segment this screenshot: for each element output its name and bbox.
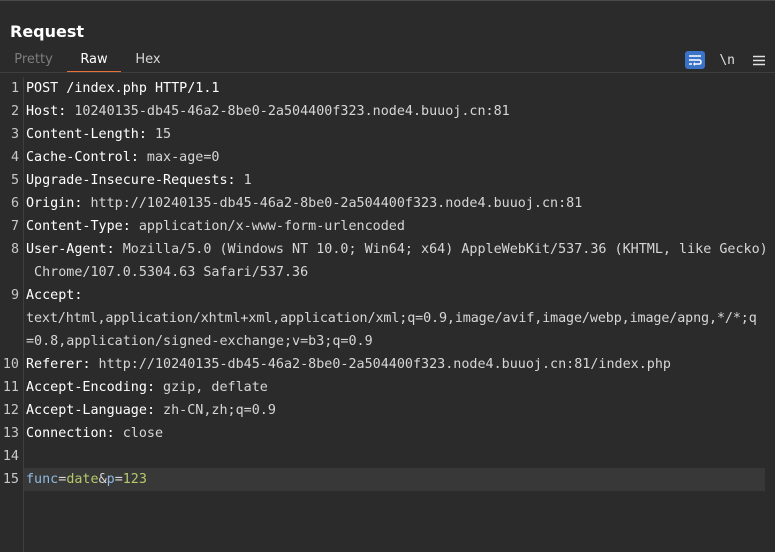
header-value: gzip, deflate [155, 380, 268, 395]
tab-pretty[interactable]: Pretty [0, 47, 67, 72]
param-name: p [106, 472, 115, 487]
header-row: 11 Accept-Encoding: gzip, deflate [0, 376, 775, 399]
view-tabs: Pretty Raw Hex [0, 47, 175, 73]
header-name: User-Agent [26, 242, 107, 257]
line-number: 10 [2, 357, 19, 372]
header-row: 13 Connection: close [0, 422, 775, 445]
line-number: 11 [2, 380, 19, 395]
line-number: 7 [10, 219, 19, 234]
header-name: Content-Type [26, 219, 123, 234]
request-line-text: POST /index.php HTTP/1.1 [26, 81, 220, 96]
header-row-continuation: Chrome/107.0.5304.63 Safari/537.36 [0, 261, 775, 284]
header-row: 3 Content-Length: 15 [0, 123, 775, 146]
header-row: 6 Origin: http://10240135-db45-46a2-8be0… [0, 192, 775, 215]
header-name: Accept-Encoding [26, 380, 147, 395]
request-panel: Request Pretty Raw Hex \n 1 POST /index.… [0, 0, 775, 552]
request-line: 1 POST /index.php HTTP/1.1 [0, 77, 775, 100]
show-newlines-button[interactable]: \n [719, 51, 735, 69]
header-value-continuation: Chrome/107.0.5304.63 Safari/537.36 [26, 265, 309, 280]
word-wrap-icon [689, 55, 703, 66]
line-number: 2 [10, 104, 19, 119]
options-menu-button[interactable] [753, 51, 765, 69]
header-row: 7 Content-Type: application/x-www-form-u… [0, 215, 775, 238]
word-wrap-button[interactable] [685, 51, 706, 69]
line-number: 5 [10, 173, 19, 188]
header-name: Origin [26, 196, 75, 211]
header-value-continuation: text/html,application/xhtml+xml,applicat… [26, 311, 757, 326]
editor-toolbar: \n [685, 49, 775, 71]
header-name: Accept-Language [26, 403, 147, 418]
header-value: max-age=0 [138, 150, 220, 165]
header-row: 4 Cache-Control: max-age=0 [0, 146, 775, 169]
header-value: 10240135-db45-46a2-8be0-2a504400f323.nod… [66, 104, 510, 119]
header-value: application/x-www-form-urlencoded [130, 219, 405, 234]
header-value: 15 [146, 127, 172, 142]
empty-line: 14 [0, 445, 775, 468]
header-value: 1 [235, 173, 252, 188]
header-value: close [114, 426, 164, 441]
header-row: 2 Host: 10240135-db45-46a2-8be0-2a504400… [0, 100, 775, 123]
header-row-continuation: text/html,application/xhtml+xml,applicat… [0, 307, 775, 330]
panel-title: Request [10, 22, 85, 41]
line-number: 6 [10, 196, 19, 211]
header-row: 5 Upgrade-Insecure-Requests: 1 [0, 169, 775, 192]
header-row: 12 Accept-Language: zh-CN,zh;q=0.9 [0, 399, 775, 422]
body-row: 15 func=date&p=123 [0, 468, 775, 491]
header-name: Upgrade-Insecure-Requests [26, 173, 228, 188]
hamburger-icon [753, 55, 765, 65]
header-name: Host [26, 104, 59, 119]
line-number: 13 [2, 426, 19, 441]
header-name: Cache-Control [26, 150, 131, 165]
param-value: 123 [122, 472, 147, 487]
param-value: date [66, 472, 99, 487]
tab-raw[interactable]: Raw [67, 47, 121, 73]
header-value: http://10240135-db45-46a2-8be0-2a504400f… [90, 357, 671, 372]
header-row: 8 User-Agent: Mozilla/5.0 (Windows NT 10… [0, 238, 775, 261]
line-number: 9 [10, 288, 19, 303]
line-number: 12 [2, 403, 19, 418]
line-number: 15 [2, 472, 19, 487]
header-row: 9 Accept: [0, 284, 775, 307]
header-name: Connection [26, 426, 107, 441]
header-value: zh-CN,zh;q=0.9 [155, 403, 276, 418]
line-number: 4 [10, 150, 19, 165]
header-name: Accept [26, 288, 75, 303]
param-separator: & [98, 472, 107, 487]
header-value: http://10240135-db45-46a2-8be0-2a504400f… [82, 196, 583, 211]
tab-hex[interactable]: Hex [121, 47, 175, 72]
header-value: Mozilla/5.0 (Windows NT 10.0; Win64; x64… [114, 242, 768, 257]
header-name: Referer [26, 357, 83, 372]
line-number: 3 [10, 127, 19, 142]
line-number: 1 [10, 81, 19, 96]
tab-divider [0, 72, 775, 73]
header-row-continuation: =0.8,application/signed-exchange;v=b3;q=… [0, 330, 775, 353]
raw-request-editor[interactable]: 1 POST /index.php HTTP/1.1 2 Host: 10240… [0, 77, 775, 552]
header-row: 10 Referer: http://10240135-db45-46a2-8b… [0, 353, 775, 376]
line-number: 8 [10, 242, 19, 257]
param-name: func [26, 472, 59, 487]
header-value-continuation: =0.8,application/signed-exchange;v=b3;q=… [26, 334, 373, 349]
line-number: 14 [2, 449, 19, 464]
header-name: Content-Length [26, 127, 139, 142]
